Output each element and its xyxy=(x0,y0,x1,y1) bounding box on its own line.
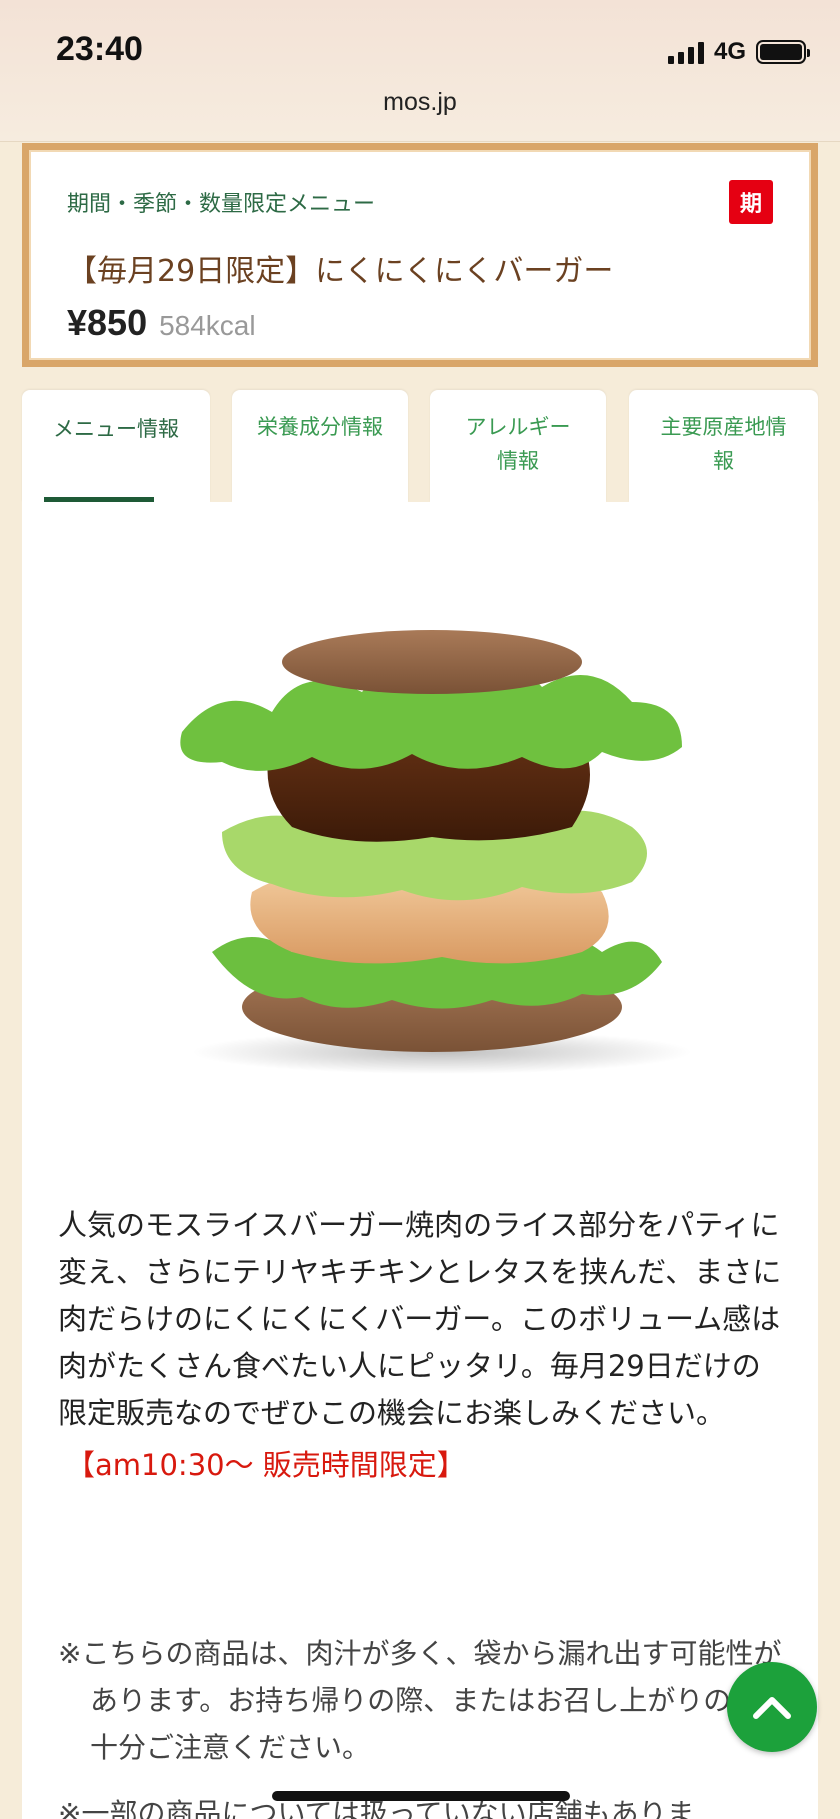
sales-time-notice: 【am10:30〜 販売時間限定】 xyxy=(66,1448,466,1482)
address-bar-url[interactable]: mos.jp xyxy=(0,88,840,117)
limited-badge: 期 xyxy=(729,180,773,224)
home-indicator[interactable] xyxy=(272,1791,570,1801)
clock: 23:40 xyxy=(56,30,143,68)
tab-label: アレルギー情報 xyxy=(465,415,571,473)
product-card: 期間・季節・数量限定メニュー 期 【毎月29日限定】にくにくにくバーガー ¥85… xyxy=(22,143,818,367)
status-bar: 23:40 4G mos.jp xyxy=(0,0,840,142)
info-tabs: メニュー情報 栄養成分情報 アレルギー情報 主要原産地情報 xyxy=(22,390,818,502)
tab-label: 栄養成分情報 xyxy=(257,415,383,439)
menu-info-panel: 人気のモスライスバーガー焼肉のライス部分をパティに変え、さらにテリヤキチキンとレ… xyxy=(22,502,818,1819)
product-category: 期間・季節・数量限定メニュー xyxy=(67,192,376,217)
tab-label: メニュー情報 xyxy=(53,417,179,441)
tab-label: 主要原産地情報 xyxy=(660,415,787,473)
tab-nutrition[interactable]: 栄養成分情報 xyxy=(232,390,408,502)
tab-menu-info[interactable]: メニュー情報 xyxy=(22,390,210,502)
scroll-to-top-button[interactable] xyxy=(727,1662,817,1752)
product-title: 【毎月29日限定】にくにくにくバーガー xyxy=(67,254,614,289)
product-kcal: 584kcal xyxy=(159,310,256,341)
burger-image xyxy=(162,622,702,1082)
status-icons: 4G xyxy=(667,38,810,66)
battery-icon xyxy=(756,40,810,64)
signal-icon xyxy=(667,40,704,64)
chevron-up-icon xyxy=(753,1697,791,1719)
price-row: ¥850 584kcal xyxy=(67,302,256,344)
tab-origin[interactable]: 主要原産地情報 xyxy=(629,390,818,502)
tab-allergy[interactable]: アレルギー情報 xyxy=(430,390,606,502)
product-price: ¥850 xyxy=(67,302,148,343)
caution-note: ※こちらの商品は、肉汁が多く、袋から漏れ出す可能性があります。お持ち帰りの際、ま… xyxy=(58,1637,788,1764)
network-label: 4G xyxy=(713,38,746,65)
product-description: 人気のモスライスバーガー焼肉のライス部分をパティに変え、さらにテリヤキチキンとレ… xyxy=(58,1208,782,1430)
